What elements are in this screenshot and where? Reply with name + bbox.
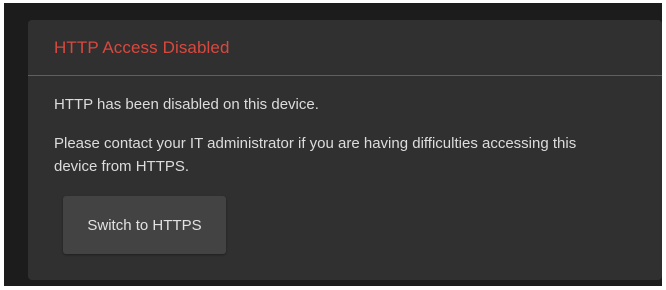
dialog-title: HTTP Access Disabled <box>54 38 230 57</box>
http-disabled-dialog: HTTP Access Disabled HTTP has been disab… <box>28 20 662 280</box>
disabled-message: HTTP has been disabled on this device. <box>54 96 319 113</box>
dialog-body: HTTP has been disabled on this device. P… <box>28 76 662 178</box>
contact-admin-message: Please contact your IT administrator if … <box>54 135 577 175</box>
dialog-header: HTTP Access Disabled <box>28 20 662 76</box>
switch-to-https-button[interactable]: Switch to HTTPS <box>63 196 226 254</box>
page-background: HTTP Access Disabled HTTP has been disab… <box>4 3 662 286</box>
